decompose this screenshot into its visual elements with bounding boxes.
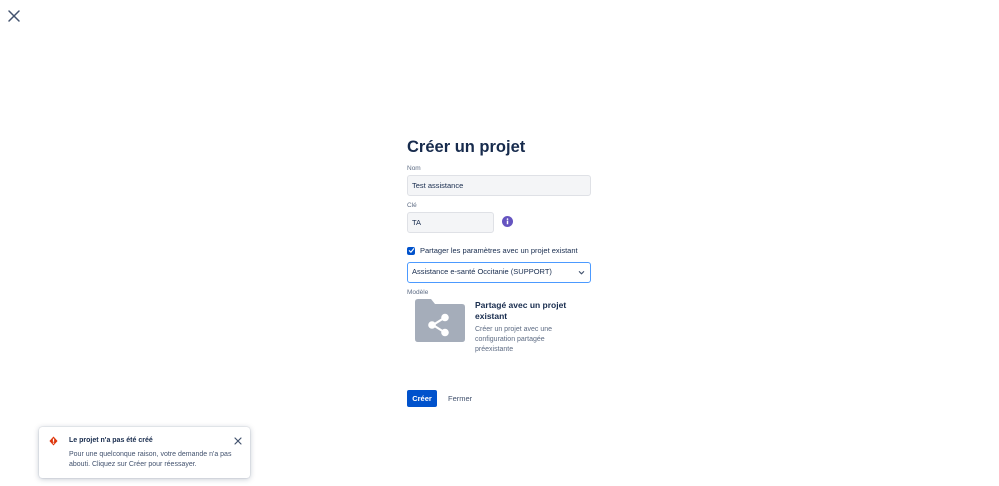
template-description: Créer un projet avec une configuration p… [475, 326, 553, 353]
page-title: Créer un projet [407, 138, 526, 156]
shared-folder-icon [415, 299, 465, 342]
error-flag-title: Le projet n'a pas été créé [69, 437, 153, 444]
name-input[interactable]: Test assistance [407, 175, 591, 196]
chevron-down-icon [578, 271, 585, 275]
template-label: Modèle [407, 289, 429, 296]
check-icon [408, 248, 414, 253]
share-settings-checkbox-row[interactable]: Partager les paramètres avec un projet e… [407, 246, 578, 255]
error-icon [49, 436, 58, 446]
template-title[interactable]: Partagé avec un projet existant [475, 300, 585, 321]
share-settings-checkbox[interactable] [407, 246, 415, 255]
create-project-page: Créer un projet Nom Test assistance Clé … [0, 0, 999, 486]
close-icon[interactable] [234, 437, 242, 445]
key-input[interactable]: TA [407, 212, 494, 233]
close-button[interactable]: Fermer [443, 390, 477, 407]
create-button[interactable]: Créer [407, 390, 437, 407]
create-project-form: Créer un projet [407, 137, 597, 157]
share-settings-label: Partager les paramètres avec un projet e… [420, 246, 578, 255]
close-icon[interactable] [6, 8, 22, 24]
existing-project-value: Assistance e-santé Occitanie (SUPPORT) [412, 267, 552, 276]
key-label: Clé [407, 202, 417, 209]
name-label: Nom [407, 165, 421, 172]
info-icon[interactable] [502, 216, 513, 227]
error-flag-body: Pour une quelconque raison, votre demand… [69, 451, 232, 468]
existing-project-select[interactable]: Assistance e-santé Occitanie (SUPPORT) [407, 262, 591, 283]
error-flag: Le projet n'a pas été créé Pour une quel… [39, 427, 250, 478]
